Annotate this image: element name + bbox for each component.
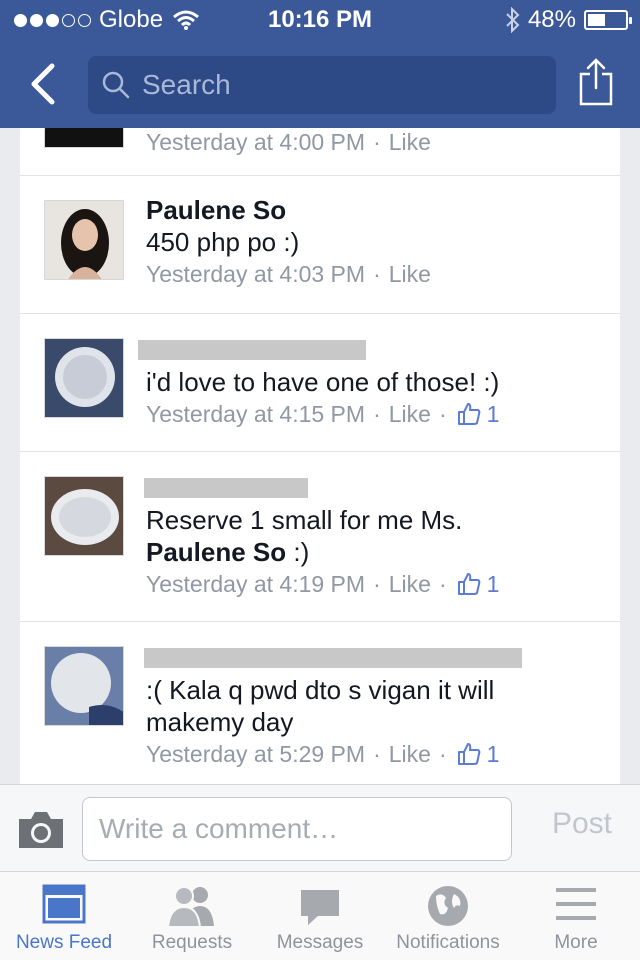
- comment-text-tail: :): [286, 537, 310, 567]
- top-header: Globe 10:16 PM 48%: [0, 0, 640, 128]
- like-link[interactable]: Like: [389, 128, 431, 158]
- commenter-name[interactable]: Paulene So: [146, 194, 610, 226]
- comment-body: Paulene So 450 php po :) Yesterday at 4:…: [146, 194, 610, 290]
- bluetooth-icon: [506, 7, 520, 33]
- like-count-value: 1: [486, 741, 500, 767]
- battery-percent: 48%: [527, 6, 576, 33]
- comment-text: i'd love to have one of those! :): [146, 367, 500, 397]
- avatar[interactable]: [44, 200, 124, 280]
- thumbs-up-icon: [457, 743, 480, 765]
- tab-requests[interactable]: Requests: [128, 872, 256, 960]
- like-link[interactable]: Like: [389, 568, 431, 600]
- avatar[interactable]: [44, 646, 124, 726]
- battery-icon: [584, 10, 632, 30]
- share-icon: [579, 58, 613, 106]
- meta-separator: ·: [373, 129, 381, 155]
- status-right: 48%: [506, 6, 632, 34]
- like-count-value: 1: [486, 571, 500, 597]
- redacted-name: [144, 648, 522, 668]
- meta-separator: ·: [373, 401, 381, 427]
- comment-time[interactable]: Yesterday at 4:19 PM: [146, 568, 365, 600]
- comment-meta: Yesterday at 4:15 PM · Like · 1: [146, 398, 610, 430]
- post-button[interactable]: Post: [552, 807, 612, 841]
- menu-icon: [556, 888, 596, 920]
- tab-notifications[interactable]: Notifications: [384, 872, 512, 960]
- thumbs-up-icon: [457, 573, 480, 595]
- comment-text-content: Reserve 1 small for me Ms.: [146, 505, 463, 535]
- comment-input[interactable]: [82, 797, 512, 861]
- news-feed-icon: [42, 884, 86, 924]
- comment-time[interactable]: Yesterday at 4:00 PM: [146, 128, 365, 158]
- comment-item: Reserve 1 small for me Ms. Paulene So :)…: [20, 452, 620, 622]
- avatar[interactable]: [44, 128, 124, 148]
- tab-news-feed[interactable]: News Feed: [0, 872, 128, 960]
- comment-time[interactable]: Yesterday at 5:29 PM: [146, 738, 365, 770]
- camera-button[interactable]: [16, 809, 66, 851]
- comment-time[interactable]: Yesterday at 4:15 PM: [146, 398, 365, 430]
- comment-item: Yesterday at 4:00 PM · Like: [20, 128, 620, 176]
- avatar[interactable]: [44, 476, 124, 556]
- comment-text: 450 php po :): [146, 227, 300, 257]
- comment-item: i'd love to have one of those! :) Yester…: [20, 314, 620, 452]
- tab-label: News Feed: [15, 932, 113, 953]
- comment-meta: Yesterday at 5:29 PM · Like · 1: [146, 738, 610, 770]
- comment-body: Reserve 1 small for me Ms. Paulene So :)…: [146, 504, 610, 600]
- tab-messages[interactable]: Messages: [256, 872, 384, 960]
- comment-list: Yesterday at 4:00 PM · Like Paulene So 4…: [20, 128, 620, 784]
- comment-text: Reserve 1 small for me Ms. Paulene So :): [146, 504, 610, 568]
- share-button[interactable]: [578, 56, 614, 108]
- globe-icon: [428, 886, 468, 926]
- meta-separator: ·: [438, 741, 447, 767]
- tab-more[interactable]: More: [512, 872, 640, 960]
- meta-separator: ·: [373, 741, 381, 767]
- back-button[interactable]: [26, 60, 66, 108]
- mention-link[interactable]: Paulene So: [146, 537, 286, 567]
- like-link[interactable]: Like: [389, 258, 431, 290]
- tab-label: Requests: [151, 932, 233, 953]
- like-count[interactable]: 1: [457, 398, 500, 430]
- avatar[interactable]: [44, 338, 124, 418]
- comment-meta: Yesterday at 4:03 PM · Like: [146, 258, 610, 290]
- search-box[interactable]: [88, 56, 556, 114]
- comment-body: :( Kala q pwd dto s vigan it will makemy…: [146, 674, 610, 770]
- like-count[interactable]: 1: [457, 738, 500, 770]
- chevron-left-icon: [31, 63, 55, 105]
- tab-label: Messages: [276, 932, 364, 953]
- comment-body: i'd love to have one of those! :) Yester…: [146, 366, 610, 430]
- friend-requests-icon: [166, 886, 214, 928]
- like-link[interactable]: Like: [389, 738, 431, 770]
- comment-meta: Yesterday at 4:19 PM · Like · 1: [146, 568, 610, 600]
- redacted-name: [144, 478, 308, 498]
- search-icon: [102, 71, 130, 99]
- comment-body: Yesterday at 4:00 PM · Like: [146, 128, 610, 158]
- thumbs-up-icon: [457, 403, 480, 425]
- comment-item: Paulene So 450 php po :) Yesterday at 4:…: [20, 176, 620, 314]
- meta-separator: ·: [373, 261, 381, 287]
- camera-icon: [19, 812, 63, 848]
- comment-text: :( Kala q pwd dto s vigan it will makemy…: [146, 675, 495, 737]
- redacted-name: [138, 340, 366, 360]
- status-bar: Globe 10:16 PM 48%: [0, 0, 640, 40]
- search-input[interactable]: [142, 69, 522, 101]
- meta-separator: ·: [438, 401, 447, 427]
- meta-separator: ·: [438, 571, 447, 597]
- like-link[interactable]: Like: [389, 398, 431, 430]
- tab-label: Notifications: [396, 932, 500, 953]
- comment-item: :( Kala q pwd dto s vigan it will makemy…: [20, 622, 620, 784]
- meta-separator: ·: [373, 571, 381, 597]
- tab-label: More: [554, 932, 598, 953]
- like-count[interactable]: 1: [457, 568, 500, 600]
- messages-icon: [301, 890, 339, 925]
- comment-composer: Post: [0, 784, 640, 872]
- comment-time[interactable]: Yesterday at 4:03 PM: [146, 258, 365, 290]
- like-count-value: 1: [486, 401, 500, 427]
- tab-bar: News Feed Requests Messages Notification…: [0, 872, 640, 960]
- battery-fill: [588, 14, 605, 26]
- comment-meta: Yesterday at 4:00 PM · Like: [146, 128, 610, 158]
